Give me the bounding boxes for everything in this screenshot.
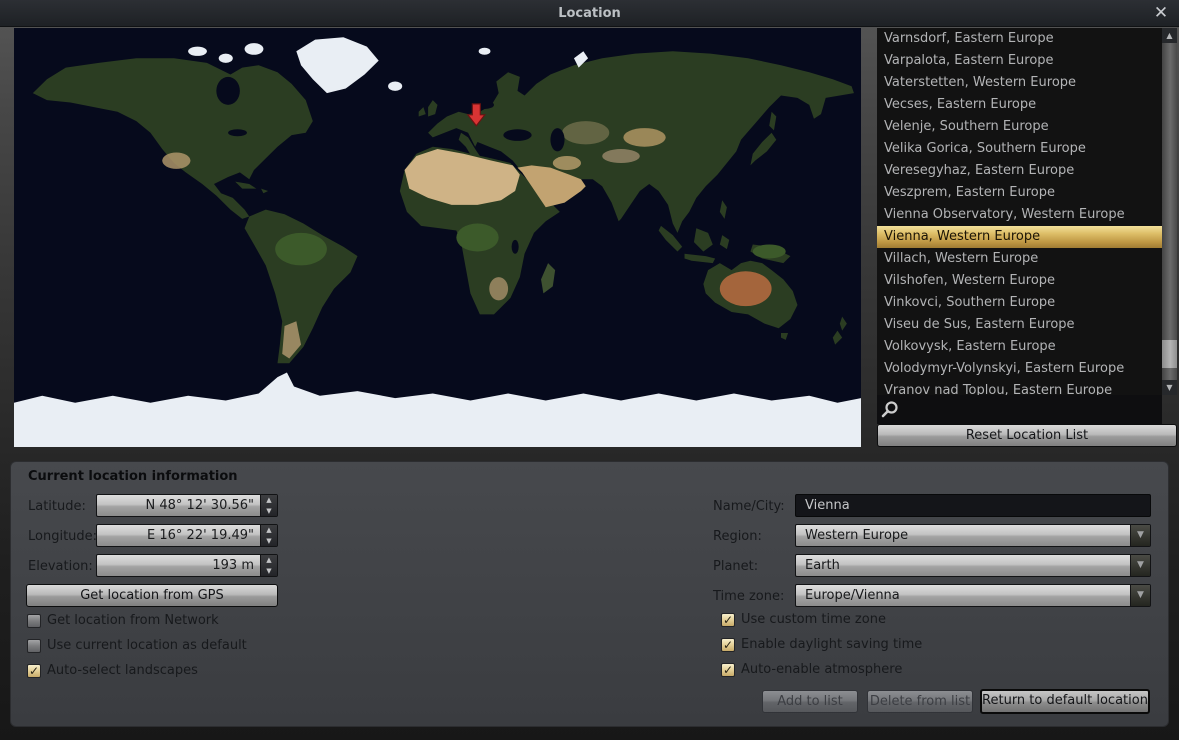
latitude-label: Latitude: [28,499,86,514]
spin-down-icon[interactable]: ▼ [261,566,277,577]
longitude-label: Longitude: [28,529,97,544]
checkbox-unchecked[interactable] [27,614,41,628]
world-map-image [14,28,861,447]
dialog-title: Location [0,0,1179,27]
panel-title: Current location information [28,469,238,484]
scroll-down-icon[interactable]: ▼ [1162,380,1177,395]
location-list-scrollbar[interactable]: ▲ ▼ [1162,28,1177,395]
checkbox-label: Get location from Network [47,613,219,628]
checkbox-label: Use custom time zone [741,612,886,627]
longitude-value[interactable]: E 16° 22' 19.49" [97,525,260,546]
delete-from-list-button[interactable]: Delete from list [867,690,973,713]
latitude-spinbox[interactable]: N 48° 12' 30.56" ▲▼ [96,494,278,517]
spin-down-icon[interactable]: ▼ [261,536,277,547]
checkbox-unchecked[interactable] [27,639,41,653]
checkbox-checked[interactable]: ✓ [27,664,41,678]
checkbox-row: ✓ Auto-enable atmosphere [721,657,922,682]
list-item[interactable]: Vienna, Western Europe [877,226,1162,248]
checkbox-checked[interactable]: ✓ [721,613,735,627]
timezone-dropdown[interactable]: Europe/Vienna ▼ [795,584,1151,607]
planet-label: Planet: [713,559,758,574]
spin-up-icon[interactable]: ▲ [261,495,277,506]
list-item[interactable]: Varpalota, Eastern Europe [877,50,1162,72]
scrollbar-thumb[interactable] [1162,340,1177,368]
world-map[interactable] [14,28,861,447]
checkbox-row: ✓ Enable daylight saving time [721,632,922,657]
get-location-from-gps-button[interactable]: Get location from GPS [26,584,278,607]
checkbox-label: Use current location as default [47,638,247,653]
checkbox-row: Use current location as default [27,633,247,658]
name-city-input[interactable] [796,495,1150,516]
list-item[interactable]: Villach, Western Europe [877,248,1162,270]
elevation-value[interactable]: 193 m [97,555,260,576]
list-item[interactable]: Vecses, Eastern Europe [877,94,1162,116]
elevation-label: Elevation: [28,559,93,574]
dropdown-arrow-icon[interactable]: ▼ [1130,555,1150,576]
left-checkbox-group: Get location from Network Use current loc… [27,608,247,683]
checkbox-label: Auto-enable atmosphere [741,662,902,677]
name-city-field[interactable] [795,494,1151,517]
list-item[interactable]: Vranov nad Toplou, Eastern Europe [877,380,1162,395]
spin-down-icon[interactable]: ▼ [261,506,277,517]
list-item[interactable]: Volodymyr-Volynskyi, Eastern Europe [877,358,1162,380]
list-item[interactable]: Volkovysk, Eastern Europe [877,336,1162,358]
list-item[interactable]: Velika Gorica, Southern Europe [877,138,1162,160]
search-icon [880,399,902,421]
name-city-label: Name/City: [713,499,785,514]
region-value: Western Europe [805,525,908,546]
timezone-label: Time zone: [713,589,784,604]
close-icon[interactable]: ✕ [1149,0,1173,27]
checkbox-checked[interactable]: ✓ [721,638,735,652]
list-item[interactable]: Vinkovci, Southern Europe [877,292,1162,314]
checkbox-row: ✓ Auto-select landscapes [27,658,247,683]
spin-up-icon[interactable]: ▲ [261,525,277,536]
scrollbar-track[interactable] [1162,43,1177,380]
spin-up-icon[interactable]: ▲ [261,555,277,566]
list-item[interactable]: Vienna Observatory, Western Europe [877,204,1162,226]
right-checkbox-group: ✓ Use custom time zone ✓ Enable daylight sa… [721,607,922,682]
list-item[interactable]: Veszprem, Eastern Europe [877,182,1162,204]
checkbox-label: Auto-select landscapes [47,663,198,678]
dropdown-arrow-icon[interactable]: ▼ [1130,525,1150,546]
return-to-default-location-button[interactable]: Return to default location [980,689,1150,714]
longitude-spinbox[interactable]: E 16° 22' 19.49" ▲▼ [96,524,278,547]
list-item[interactable]: Veresegyhaz, Eastern Europe [877,160,1162,182]
list-item[interactable]: Vilshofen, Western Europe [877,270,1162,292]
timezone-value: Europe/Vienna [805,585,900,606]
location-list[interactable]: Varnsdorf, Eastern EuropeVarpalota, East… [877,28,1162,395]
list-item[interactable]: Varnsdorf, Eastern Europe [877,28,1162,50]
checkbox-row: ✓ Use custom time zone [721,607,922,632]
dialog-titlebar[interactable]: Location ✕ [0,0,1179,27]
list-item[interactable]: Velenje, Southern Europe [877,116,1162,138]
region-label: Region: [713,529,762,544]
planet-value: Earth [805,555,840,576]
list-item[interactable]: Viseu de Sus, Eastern Europe [877,314,1162,336]
checkbox-row: Get location from Network [27,608,247,633]
location-search[interactable] [877,395,1162,424]
region-dropdown[interactable]: Western Europe ▼ [795,524,1151,547]
scroll-up-icon[interactable]: ▲ [1162,28,1177,43]
search-input[interactable] [902,395,1162,424]
latitude-value[interactable]: N 48° 12' 30.56" [97,495,260,516]
planet-dropdown[interactable]: Earth ▼ [795,554,1151,577]
checkbox-checked[interactable]: ✓ [721,663,735,677]
elevation-spinbox[interactable]: 193 m ▲▼ [96,554,278,577]
reset-location-list-button[interactable]: Reset Location List [877,424,1177,447]
checkbox-label: Enable daylight saving time [741,637,922,652]
add-to-list-button[interactable]: Add to list [762,690,858,713]
dropdown-arrow-icon[interactable]: ▼ [1130,585,1150,606]
list-item[interactable]: Vaterstetten, Western Europe [877,72,1162,94]
